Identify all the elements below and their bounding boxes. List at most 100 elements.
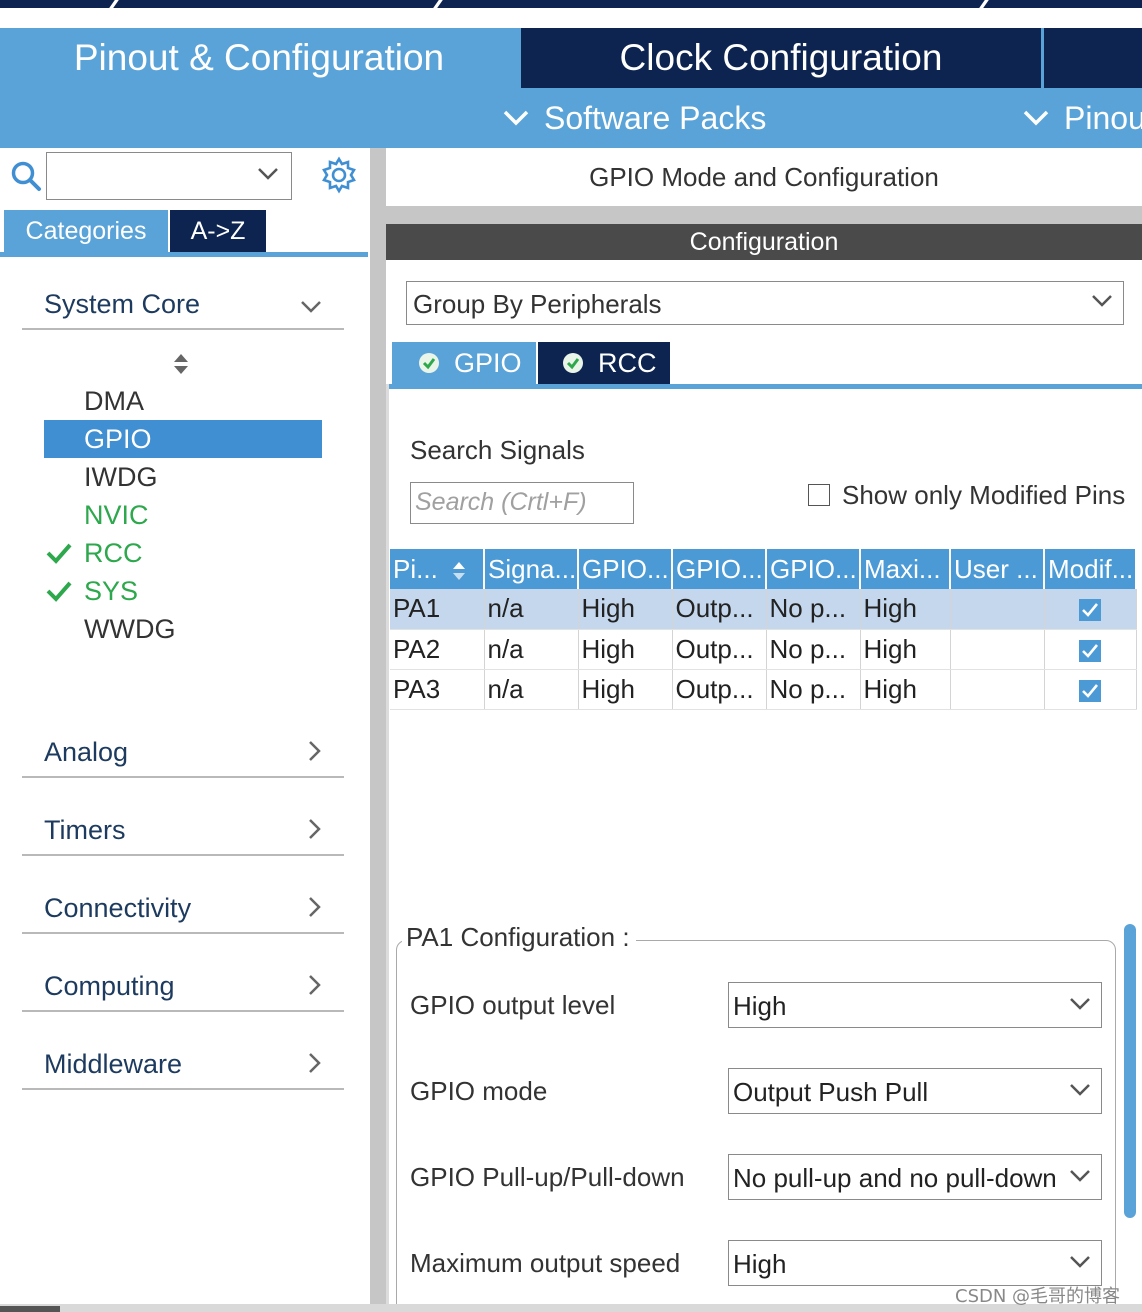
column-header-user-label[interactable]: User ... bbox=[950, 549, 1045, 589]
tab-pinout-configuration[interactable]: Pinout & Configuration bbox=[0, 28, 518, 88]
sort-icon[interactable] bbox=[452, 561, 466, 581]
tab-rcc-label: RCC bbox=[598, 347, 657, 378]
cell-output-level: High bbox=[578, 669, 673, 710]
pinout-menu[interactable]: Pinou bbox=[1022, 88, 1142, 148]
cell-pull: No p... bbox=[766, 669, 861, 710]
modified-checkbox[interactable] bbox=[1079, 599, 1101, 622]
peripheral-nvic[interactable]: NVIC bbox=[44, 496, 322, 534]
chevron-right-icon bbox=[309, 819, 321, 839]
cell-pin: PA2 bbox=[390, 629, 485, 670]
search-signals-input[interactable] bbox=[411, 483, 627, 521]
pull-label: GPIO Pull-up/Pull-down bbox=[410, 1162, 685, 1192]
group-title: Timers bbox=[44, 815, 126, 845]
cell-pull: No p... bbox=[766, 629, 861, 670]
group-analog[interactable]: Analog bbox=[22, 728, 344, 778]
search-signals-box[interactable] bbox=[410, 482, 634, 524]
search-icon[interactable] bbox=[10, 160, 42, 192]
column-header-pin[interactable]: Pi... bbox=[390, 549, 485, 589]
max-speed-select[interactable]: High bbox=[728, 1240, 1102, 1286]
chevron-right-icon bbox=[309, 975, 321, 995]
chevron-right-icon bbox=[309, 897, 321, 917]
chevron-down-icon bbox=[1092, 295, 1112, 307]
pa1-config-title: PA1 Configuration : bbox=[402, 922, 636, 953]
chevron-right-icon bbox=[309, 741, 321, 761]
group-timers[interactable]: Timers bbox=[22, 806, 344, 856]
categories-panel: Categories A->Z System Core DMA GPIO IWD… bbox=[0, 148, 370, 1312]
configuration-header: Configuration bbox=[386, 224, 1142, 260]
panel-title: GPIO Mode and Configuration bbox=[589, 161, 939, 192]
cell-user-label bbox=[950, 629, 1045, 670]
peripheral-dma[interactable]: DMA bbox=[44, 382, 322, 420]
checkmark-icon bbox=[1082, 643, 1099, 658]
category-search-input[interactable] bbox=[47, 153, 237, 197]
cell-pin: PA3 bbox=[390, 669, 485, 710]
cell-user-label bbox=[950, 669, 1045, 710]
chevron-down-icon bbox=[1023, 110, 1049, 126]
column-header-signal[interactable]: Signa... bbox=[484, 549, 579, 589]
gear-icon[interactable] bbox=[320, 156, 358, 194]
sort-icon[interactable] bbox=[172, 352, 190, 376]
cell-signal: n/a bbox=[484, 629, 579, 670]
tab-gpio[interactable]: GPIO bbox=[392, 342, 536, 384]
column-header-gpio-output-level[interactable]: GPIO... bbox=[578, 549, 673, 589]
watermark: CSDN @毛哥的博客 bbox=[955, 1286, 1121, 1307]
table-row[interactable]: PA1 n/a High Outp... No p... High bbox=[390, 589, 1137, 630]
software-packs-menu[interactable]: Software Packs bbox=[502, 88, 766, 148]
pull-select[interactable]: No pull-up and no pull-down bbox=[728, 1154, 1102, 1200]
tab-clock-configuration[interactable]: Clock Configuration bbox=[521, 28, 1041, 88]
peripheral-gpio[interactable]: GPIO bbox=[44, 420, 322, 458]
column-header-gpio-mode[interactable]: GPIO... bbox=[672, 549, 767, 589]
column-header-max-speed[interactable]: Maxi... bbox=[860, 549, 951, 589]
checkmark-icon bbox=[1082, 603, 1099, 618]
group-connectivity[interactable]: Connectivity bbox=[22, 884, 344, 934]
group-title: System Core bbox=[44, 289, 201, 319]
panel-splitter[interactable] bbox=[370, 148, 386, 1312]
max-speed-value: High bbox=[733, 1249, 787, 1279]
tab-overflow[interactable] bbox=[1044, 28, 1142, 88]
group-title: Analog bbox=[44, 737, 129, 767]
table-row[interactable]: PA3 n/a High Outp... No p... High bbox=[390, 669, 1137, 710]
peripheral-wwdg[interactable]: WWDG bbox=[44, 610, 322, 648]
check-circle-icon bbox=[563, 353, 583, 373]
cell-modified[interactable] bbox=[1044, 629, 1137, 670]
group-middleware[interactable]: Middleware bbox=[22, 1040, 344, 1090]
cell-pin: PA1 bbox=[390, 589, 485, 630]
main-tab-bar: Pinout & Configuration Clock Configurati… bbox=[0, 28, 1142, 88]
cell-speed: High bbox=[860, 589, 951, 630]
peripheral-sys[interactable]: SYS bbox=[44, 572, 322, 610]
modified-checkbox[interactable] bbox=[1079, 639, 1101, 662]
cell-mode: Outp... bbox=[672, 629, 767, 670]
group-by-select[interactable]: Group By Peripherals bbox=[406, 281, 1124, 325]
tab-categories[interactable]: Categories bbox=[4, 210, 168, 252]
column-header-modified[interactable]: Modif... bbox=[1044, 549, 1137, 589]
cell-signal: n/a bbox=[484, 669, 579, 710]
cell-speed: High bbox=[860, 629, 951, 670]
output-level-select[interactable]: High bbox=[728, 982, 1102, 1028]
panel-divider[interactable] bbox=[386, 206, 1142, 224]
modified-checkbox[interactable] bbox=[1079, 679, 1101, 702]
group-computing[interactable]: Computing bbox=[22, 962, 344, 1012]
peripheral-iwdg[interactable]: IWDG bbox=[44, 458, 322, 496]
tab-a-z[interactable]: A->Z bbox=[170, 210, 266, 252]
cell-modified[interactable] bbox=[1044, 669, 1137, 710]
chevron-down-icon[interactable] bbox=[257, 167, 279, 181]
pinout-menu-label: Pinou bbox=[1064, 99, 1142, 136]
group-system-core[interactable]: System Core bbox=[22, 280, 344, 330]
tab-rcc[interactable]: RCC bbox=[538, 342, 670, 384]
category-search-combo[interactable] bbox=[46, 152, 292, 200]
chevron-down-icon bbox=[1070, 1170, 1090, 1182]
tab-gpio-label: GPIO bbox=[454, 347, 522, 378]
group-title: Connectivity bbox=[44, 893, 192, 923]
table-row[interactable]: PA2 n/a High Outp... No p... High bbox=[390, 629, 1137, 670]
cell-modified[interactable] bbox=[1044, 589, 1137, 630]
column-header-gpio-pull[interactable]: GPIO... bbox=[766, 549, 861, 589]
group-by-value: Group By Peripherals bbox=[413, 289, 662, 319]
output-level-value: High bbox=[733, 991, 787, 1021]
show-modified-label[interactable]: Show only Modified Pins bbox=[842, 480, 1125, 511]
gpio-mode-select[interactable]: Output Push Pull bbox=[728, 1068, 1102, 1114]
show-modified-checkbox[interactable] bbox=[808, 484, 830, 506]
cell-speed: High bbox=[860, 669, 951, 710]
peripheral-rcc[interactable]: RCC bbox=[44, 534, 322, 572]
cell-output-level: High bbox=[578, 629, 673, 670]
vertical-scrollbar[interactable] bbox=[1124, 924, 1136, 1218]
